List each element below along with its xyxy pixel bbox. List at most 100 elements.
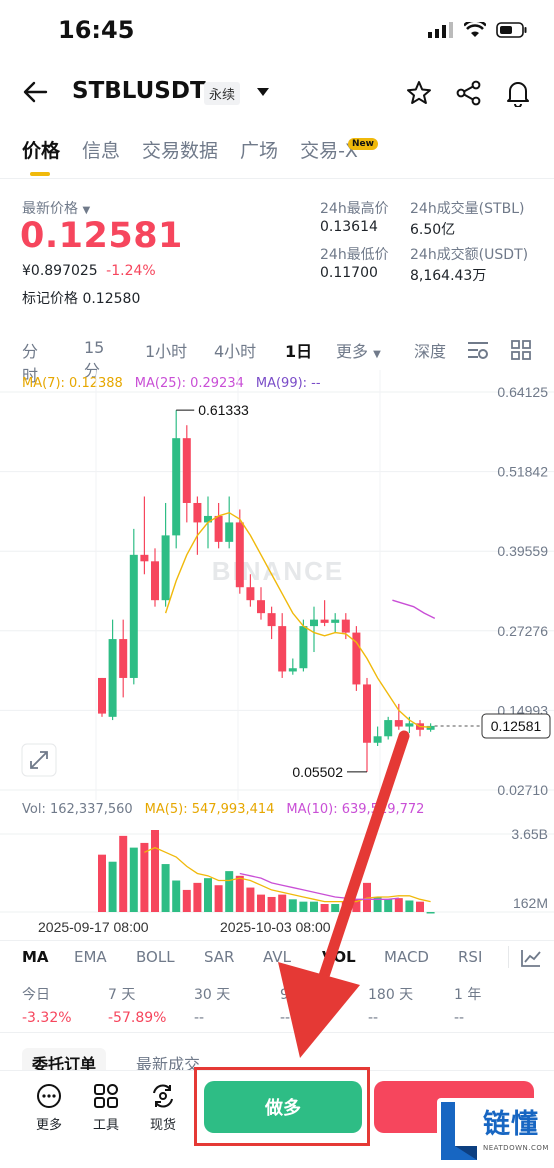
logo-subtext: NEATDOWN.COM	[483, 1144, 549, 1152]
candle-body	[384, 720, 393, 737]
back-arrow-icon[interactable]	[22, 80, 48, 104]
spot-tool[interactable]: 现货	[143, 1083, 183, 1133]
candle-body	[405, 723, 414, 727]
volume-bar	[140, 842, 149, 912]
tab-trading-data[interactable]: 交易数据	[142, 136, 218, 163]
volume-bar	[235, 875, 244, 912]
date-label: 2025-09-17 08:00	[38, 919, 149, 935]
candle-body	[172, 438, 181, 536]
candle-body	[119, 639, 128, 678]
main-tabs: 价格 信息 交易数据 广场 交易-X	[22, 136, 358, 163]
volume-bar	[267, 896, 276, 912]
candle-body	[320, 619, 329, 623]
indicator-settings-icon[interactable]	[520, 948, 542, 968]
contract-type-badge: 永续	[204, 82, 241, 105]
candle-body	[129, 554, 138, 678]
divider	[0, 178, 554, 179]
amount-label: 24h成交额(USDT)	[410, 247, 529, 263]
last-price-label[interactable]: 最新价格 ▼	[22, 198, 90, 218]
volume-bar	[98, 854, 106, 912]
candle-body	[257, 600, 265, 614]
price-axis-label: 0.39559	[497, 543, 548, 559]
volume-bar	[299, 901, 308, 912]
low-marker-label: 0.05502	[292, 764, 343, 780]
spot-swap-icon	[153, 1084, 173, 1108]
candle-body	[341, 619, 350, 633]
indicator-avl[interactable]: AVL	[263, 948, 291, 966]
volume-bar	[151, 830, 159, 912]
share-icon[interactable]	[456, 80, 482, 106]
volume-bar	[384, 899, 393, 912]
candlestick-chart[interactable]: 0.641250.518420.395590.272760.149930.027…	[0, 370, 554, 800]
indicator-rsi[interactable]: RSI	[458, 948, 482, 966]
signal-icon	[428, 22, 453, 38]
price-axis-label: 0.64125	[497, 384, 548, 400]
indicator-macd[interactable]: MACD	[384, 948, 429, 966]
annotation-highlight-box	[194, 1067, 370, 1146]
divider	[508, 946, 509, 968]
battery-icon	[496, 22, 527, 38]
candle-body	[108, 639, 117, 717]
volume-bar	[182, 889, 191, 912]
cny-change-row: ¥0.897025 -1.24%	[22, 263, 156, 279]
perf-1y: 1 年 --	[454, 987, 482, 1026]
tab-info[interactable]: 信息	[82, 136, 120, 163]
layout-grid-icon[interactable]	[511, 340, 531, 360]
tab-active-indicator	[30, 172, 50, 176]
indicator-ma[interactable]: MA	[22, 948, 49, 966]
indicator-vol[interactable]: VOL	[322, 948, 356, 966]
volume-bar	[288, 899, 297, 912]
pair-title[interactable]: STBLUSDT	[72, 78, 206, 104]
vol-ma5-legend: MA(5): 547,993,414	[144, 802, 275, 817]
bell-icon[interactable]	[505, 79, 531, 107]
chart-settings-icon[interactable]	[466, 340, 490, 360]
caret-down-icon[interactable]	[256, 86, 270, 98]
tools-label: 工具	[92, 1118, 119, 1133]
perf-today: 今日 -3.32%	[22, 987, 72, 1026]
tools-tool[interactable]: 工具	[86, 1083, 126, 1133]
volume-bar	[161, 864, 170, 912]
indicator-boll[interactable]: BOLL	[136, 948, 175, 966]
last-price-value: 0.12581	[20, 216, 183, 256]
candle-body	[140, 554, 149, 562]
interval-4h[interactable]: 4小时	[214, 338, 256, 362]
volume-bar	[394, 898, 403, 912]
candle-body	[373, 736, 382, 743]
mark-price-label: 标记价格	[22, 291, 78, 307]
volume-bar	[108, 861, 117, 912]
depth-tab[interactable]: 深度	[414, 338, 446, 362]
interval-more[interactable]: 更多 ▼	[336, 338, 381, 362]
tab-square[interactable]: 广场	[240, 136, 278, 163]
volume-chart: 3.65B 162M 2025-09-17 08:00 2025-10-03 08:0…	[0, 826, 554, 935]
interval-1h[interactable]: 1小时	[145, 338, 187, 362]
new-badge: New	[348, 138, 378, 150]
more-tool[interactable]: 更多	[29, 1083, 69, 1133]
expand-chart-icon[interactable]	[21, 743, 57, 777]
logo-text: 链懂	[483, 1109, 539, 1140]
interval-1d[interactable]: 1日	[285, 338, 312, 362]
volume-bar	[331, 904, 340, 912]
volume-label: 24h成交量(STBL)	[410, 201, 525, 217]
candle-body	[331, 619, 340, 623]
volume-bar	[225, 871, 234, 912]
volume-bar	[310, 901, 318, 912]
divider	[0, 1032, 554, 1033]
price-axis-label: 0.27276	[497, 623, 548, 639]
indicator-sar[interactable]: SAR	[204, 948, 234, 966]
volume-value: 6.50亿	[410, 222, 456, 238]
candle-body	[363, 684, 371, 743]
status-icons	[428, 22, 528, 38]
candle-body	[225, 522, 234, 542]
logo-l-icon	[441, 1102, 477, 1160]
star-icon[interactable]	[406, 80, 432, 106]
wifi-icon	[464, 22, 486, 37]
mark-price-value: 0.12580	[82, 291, 141, 307]
volume-bar	[405, 900, 414, 912]
perf-30d: 30 天 --	[194, 987, 231, 1026]
indicator-ema[interactable]: EMA	[74, 948, 107, 966]
tab-price[interactable]: 价格	[22, 136, 60, 163]
price-axis-label: 0.02710	[497, 782, 548, 798]
candle-body	[182, 438, 191, 503]
divider	[0, 940, 554, 941]
volume-bar	[257, 894, 265, 912]
